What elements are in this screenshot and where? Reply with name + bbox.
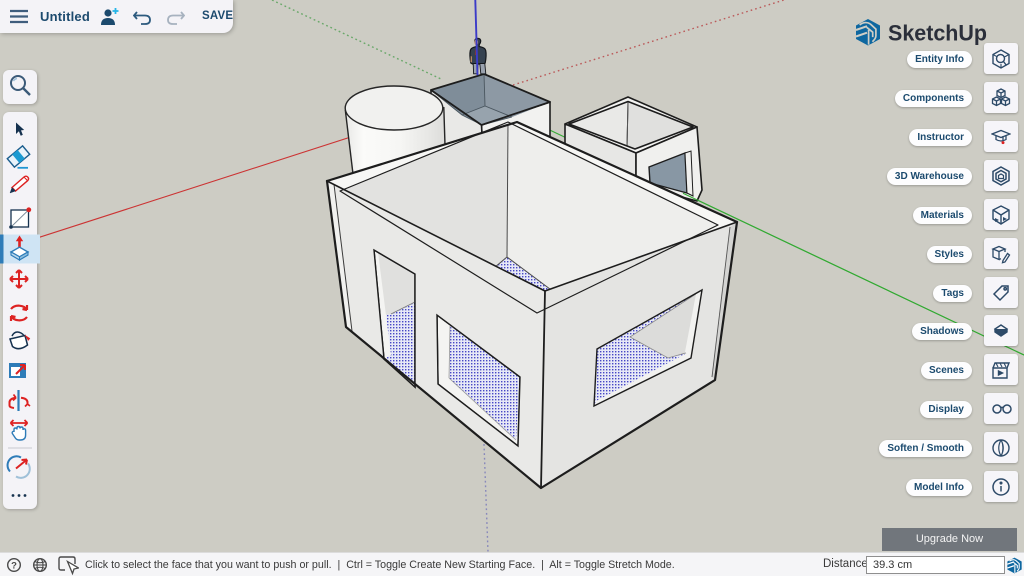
svg-text:?: ? bbox=[11, 561, 17, 572]
svg-text:SketchUp: SketchUp bbox=[888, 21, 987, 46]
